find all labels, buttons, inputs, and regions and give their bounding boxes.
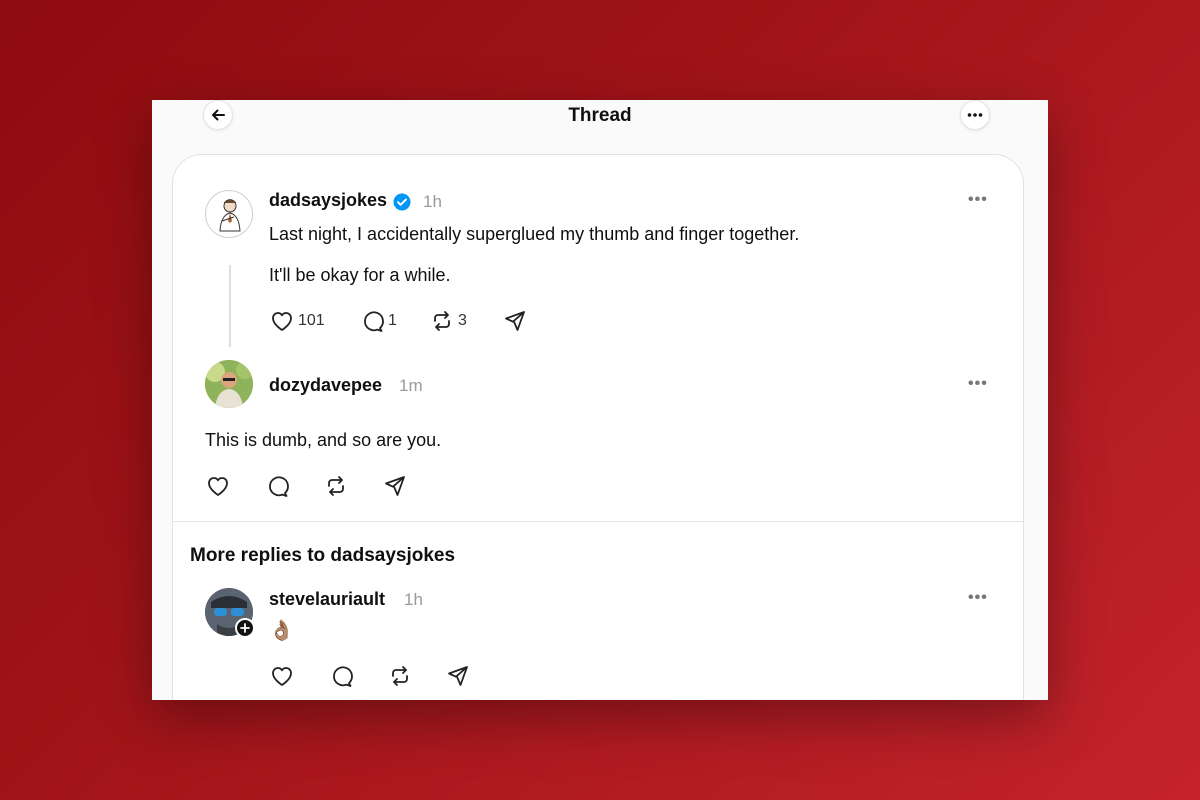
reply-share-button[interactable] — [383, 475, 407, 497]
heart-icon — [270, 665, 294, 687]
avatar[interactable] — [205, 190, 253, 238]
post-more-icon[interactable]: ••• — [968, 191, 988, 209]
comment-icon — [329, 665, 353, 687]
reply-comment-button[interactable] — [265, 475, 289, 497]
page-title: Thread — [568, 105, 632, 126]
more-horizontal-icon — [967, 112, 983, 118]
reply-text: 👌🏽 — [269, 620, 294, 642]
section-divider — [173, 521, 1023, 522]
post-author-username[interactable]: dadsaysjokes — [269, 190, 387, 211]
repost-count: 3 — [458, 312, 467, 329]
share-button[interactable] — [503, 310, 527, 332]
heart-icon — [270, 310, 294, 332]
comment-count: 1 — [388, 312, 397, 329]
post-timestamp: 1h — [423, 192, 442, 211]
repost-icon — [430, 310, 454, 332]
repost-button[interactable]: 3 — [430, 310, 467, 332]
reply-author-username[interactable]: dozydavepee — [269, 375, 382, 396]
post-text-line-1: Last night, I accidentally superglued my… — [269, 224, 800, 244]
cartoon-man-avatar-icon — [219, 199, 241, 232]
thread-card: dadsaysjokes 1h ••• Last night, I accide… — [172, 154, 1024, 700]
avatar[interactable] — [205, 588, 255, 638]
reply-like-button[interactable] — [206, 475, 230, 497]
thread-options-button[interactable] — [960, 100, 990, 130]
heart-icon — [206, 475, 230, 497]
reply-repost-button[interactable] — [388, 665, 412, 687]
reply-author-username[interactable]: stevelauriault — [269, 589, 385, 610]
comment-icon — [360, 310, 384, 332]
like-button[interactable]: 101 — [270, 310, 325, 332]
follow-plus-icon[interactable] — [235, 618, 255, 638]
more-replies-heading: More replies to dadsaysjokes — [190, 545, 456, 566]
avatar[interactable] — [205, 360, 253, 408]
repost-icon — [388, 665, 412, 687]
comment-icon — [265, 475, 289, 497]
reply-timestamp: 1h — [404, 590, 423, 609]
reply-repost-button[interactable] — [324, 475, 348, 497]
reply-more-icon[interactable]: ••• — [968, 375, 988, 393]
thread-connector-line — [229, 265, 231, 347]
reply-like-button[interactable] — [270, 665, 294, 687]
person-outdoor-avatar-icon — [205, 360, 253, 408]
send-icon — [503, 310, 527, 332]
verified-badge-icon — [393, 193, 411, 211]
post-text-line-2: It'll be okay for a while. — [269, 265, 451, 285]
send-icon — [446, 665, 470, 687]
reply-timestamp: 1m — [399, 376, 423, 395]
repost-icon — [324, 475, 348, 497]
reply-comment-button[interactable] — [329, 665, 353, 687]
comment-button[interactable]: 1 — [360, 310, 397, 332]
reply-more-icon[interactable]: ••• — [968, 589, 988, 607]
thread-header: Thread — [152, 100, 1048, 136]
send-icon — [383, 475, 407, 497]
like-count: 101 — [298, 312, 325, 329]
thread-window: Thread dadsaysjokes 1h ••• Last night, I… — [152, 100, 1048, 700]
reply-text: This is dumb, and so are you. — [205, 430, 442, 450]
reply-share-button[interactable] — [446, 665, 470, 687]
